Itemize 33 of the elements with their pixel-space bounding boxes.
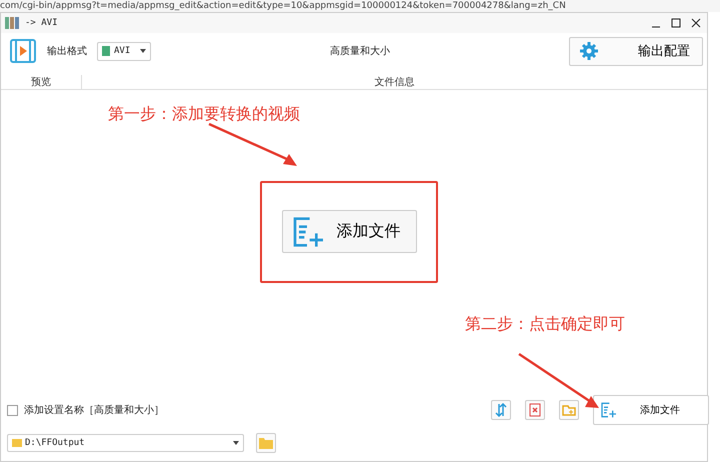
gear-icon (580, 42, 598, 60)
preset-name: 高质量和大小 (329, 44, 391, 58)
close-icon[interactable] (689, 16, 703, 30)
window-title: -> AVI (25, 18, 58, 28)
sort-icon (494, 403, 508, 417)
add-folder-button[interactable] (559, 400, 579, 420)
video-file-icon (9, 37, 37, 65)
folder-icon (259, 437, 273, 449)
add-file-icon (600, 402, 616, 418)
folder-plus-icon (562, 403, 576, 417)
output-settings-button[interactable]: 输出配置 (569, 36, 703, 66)
delete-file-icon (528, 403, 542, 417)
annotation-text: 第一步：添加要转换的视频 (108, 104, 300, 125)
output-path-dropdown[interactable]: D:\FFOutput (7, 434, 244, 452)
app-icon (5, 17, 19, 29)
format-label: 输出格式 (47, 44, 87, 58)
clear-button[interactable] (525, 400, 545, 420)
add-file-icon (290, 216, 322, 248)
checkbox[interactable] (7, 404, 18, 416)
folder-icon (12, 439, 22, 447)
checkbox-label: 添加设置名称［高质量和大小］ (24, 404, 164, 417)
column-header: 预览 (1, 75, 82, 89)
maximize-icon[interactable] (669, 16, 683, 30)
add-file-button[interactable]: 添加文件 (593, 395, 709, 425)
column-header: 文件信息 (374, 76, 416, 89)
browser-url: com/cgi-bin/appmsg?t=media/appmsg_edit&action=edit&type=10&appmsgid=100000124&token=700004278&lang=zh_CN (0, 0, 720, 12)
format-dropdown[interactable]: AVI (97, 42, 151, 60)
caret-icon (233, 441, 239, 445)
file-icon (102, 46, 110, 56)
annotation-text: 第二步：点击确定即可 (465, 314, 625, 335)
add-file-button[interactable]: 添加文件 (282, 210, 416, 253)
sort-button[interactable] (491, 400, 511, 420)
caret-icon (140, 49, 146, 53)
